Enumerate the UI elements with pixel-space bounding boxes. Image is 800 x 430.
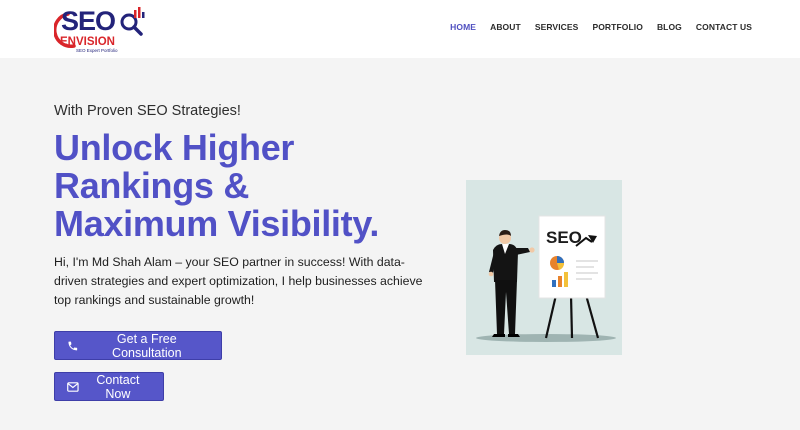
headline-line-1: Unlock Higher [54,127,295,168]
nav-portfolio[interactable]: PORTFOLIO [592,22,642,32]
svg-text:SEO Expert Portfolio: SEO Expert Portfolio [76,48,118,53]
seo-presentation-illustration: SEO [466,180,622,355]
hero-section: With Proven SEO Strategies! Unlock Highe… [54,100,434,310]
hero-headline: Unlock Higher Rankings & Maximum Visibil… [54,129,434,243]
svg-text:ENVISION: ENVISION [60,36,115,48]
nav-home[interactable]: HOME [450,22,476,32]
hero-pretitle: With Proven SEO Strategies! [54,103,241,119]
nav-blog[interactable]: BLOG [657,22,682,32]
phone-icon [68,341,78,350]
contact-now-label: Contact Now [96,372,140,401]
nav-services[interactable]: SERVICES [535,22,579,32]
contact-now-button[interactable]: Contact Now [54,372,164,401]
headline-line-2: Rankings & [54,165,250,206]
nav-contact-us[interactable]: CONTACT US [696,22,752,32]
svg-text:SEO: SEO [546,228,582,247]
free-consultation-label: Get a Free Consultation [112,331,182,360]
site-header: SEO ENVISION SEO Expert Portfolio HOME A… [0,0,800,58]
svg-text:SEO: SEO [61,6,115,36]
headline-line-3: Maximum Visibility. [54,203,380,244]
nav-about[interactable]: ABOUT [490,22,521,32]
main-nav: HOME ABOUT SERVICES PORTFOLIO BLOG CONTA… [450,22,752,32]
hero-intro: Hi, I'm Md Shah Alam – your SEO partner … [54,255,423,307]
free-consultation-button[interactable]: Get a Free Consultation [54,331,222,360]
seo-envision-logo[interactable]: SEO ENVISION SEO Expert Portfolio [54,2,154,56]
envelope-icon [67,381,79,392]
